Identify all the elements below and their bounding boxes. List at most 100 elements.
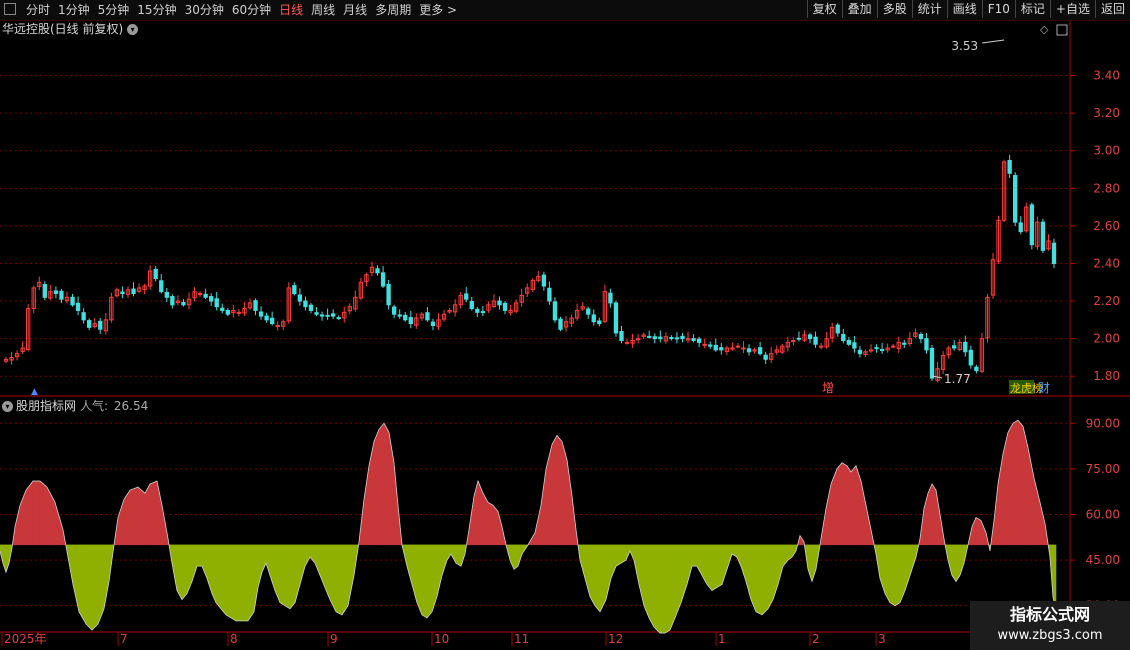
candle-body [325, 314, 330, 317]
indicator-area [740, 544, 747, 582]
candle-body [597, 320, 602, 325]
indicator-area [767, 544, 774, 609]
price-tick-label: 2.60 [1093, 219, 1120, 233]
indicator-area [324, 544, 331, 600]
indicator-area [378, 422, 385, 546]
indicator-area [421, 544, 428, 619]
indicator-area [299, 544, 306, 585]
indicator-area [137, 486, 146, 546]
event-marker-zeng: 增 [822, 381, 834, 395]
indicator-area [274, 544, 281, 603]
candle-body [763, 354, 768, 360]
candle-body [330, 313, 336, 317]
indicator-tick-label: 60.00 [1086, 507, 1120, 521]
indicator-area [755, 544, 763, 616]
indicator-area [314, 544, 321, 576]
candle-body [469, 300, 474, 310]
price-tick-label: 2.00 [1093, 332, 1120, 346]
candle-body [120, 291, 125, 295]
watermark-title: 指标公式网 [1009, 605, 1090, 624]
indicator-area [32, 480, 41, 546]
candle-body [730, 347, 735, 350]
candle-body [1029, 204, 1034, 246]
candle-body [53, 290, 59, 295]
indicator-area [383, 423, 390, 546]
indicator-area [265, 544, 271, 576]
indicator-area [551, 435, 558, 546]
candle-body [502, 302, 508, 311]
indicator-area [605, 544, 612, 600]
candle-body [796, 337, 802, 340]
indicator-area [860, 480, 867, 546]
indicator-area [426, 544, 433, 619]
candle-body [292, 285, 297, 295]
indicator-area [406, 544, 413, 585]
price-tick-label: 2.80 [1093, 181, 1120, 195]
indicator-area [347, 544, 355, 606]
event-marker-cai: 财 [1038, 381, 1050, 395]
indicator-area [91, 544, 99, 631]
candle-body [214, 298, 219, 308]
indicator-area [825, 484, 832, 546]
indicator-tick-label: 75.00 [1086, 462, 1120, 476]
candle-body [846, 340, 851, 345]
candle-body [425, 312, 430, 321]
indicator-area [721, 544, 728, 585]
candle-body [835, 324, 840, 334]
indicator-area [156, 480, 163, 546]
candle-body [952, 345, 957, 349]
indicator-area [39, 480, 48, 546]
indicator-area [884, 544, 891, 603]
candle-body [164, 291, 169, 298]
indicator-area [235, 544, 243, 622]
candle-body [42, 284, 47, 298]
candle-body [818, 345, 824, 348]
indicator-area [674, 544, 682, 618]
candle-body [968, 349, 973, 366]
indicator-tick-label: 45.00 [1086, 553, 1120, 567]
candle-body [98, 320, 103, 330]
indicator-area [894, 544, 901, 607]
indicator-area [836, 461, 843, 546]
price-tick-label: 2.40 [1093, 256, 1120, 270]
time-axis-label: 7 [120, 632, 128, 646]
indicator-area [487, 501, 494, 546]
candle-body [974, 366, 979, 372]
candle-body [464, 293, 469, 300]
indicator-area [653, 544, 661, 634]
indicator-area [566, 459, 573, 546]
indicator-area [446, 544, 452, 562]
candle-body [314, 312, 319, 315]
kline-chart[interactable]: 3.40 3.20 3.00 2.80 2.60 2.40 2.20 2.00 1.80 3.53… [0, 0, 1130, 650]
candle-body [658, 336, 663, 340]
candle-body [258, 311, 264, 317]
candle-body [275, 324, 280, 327]
candle-body [807, 334, 813, 340]
indicator-area [664, 544, 671, 634]
indicator-area [980, 520, 987, 546]
candle-body [181, 302, 186, 306]
indicator-area [540, 468, 547, 546]
indicator-area [363, 465, 370, 546]
indicator-area [241, 544, 249, 622]
indicator-area [931, 483, 937, 546]
time-axis-label: 10 [434, 632, 449, 646]
candle-body [1051, 242, 1057, 264]
candle-body [480, 311, 486, 314]
candle-body [713, 344, 718, 351]
indicator-area [1012, 419, 1019, 546]
candle-body [269, 317, 275, 325]
indicator-area [556, 434, 563, 546]
indicator-area [947, 544, 953, 576]
indicator-area [610, 544, 617, 579]
candle-body [1013, 175, 1018, 223]
indicator-area [841, 462, 848, 546]
candle-body [652, 336, 657, 340]
candle-body [253, 300, 258, 311]
time-axis-label: 8 [230, 632, 238, 646]
indicator-area [304, 544, 311, 567]
candle-body [552, 301, 558, 321]
candle-body [741, 347, 746, 350]
candle-body [735, 345, 741, 348]
indicator-area [373, 429, 380, 546]
